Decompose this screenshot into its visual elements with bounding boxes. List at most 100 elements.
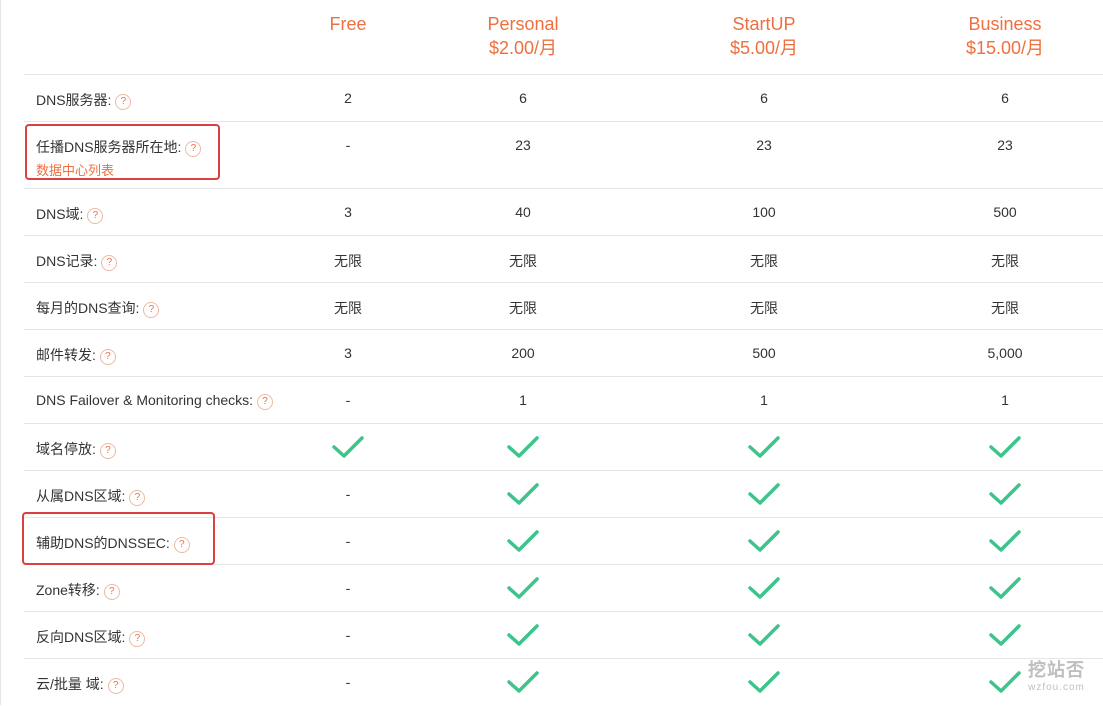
check-icon [507, 483, 539, 505]
help-icon[interactable]: ? [107, 678, 124, 694]
value-cell: 无限 [509, 253, 537, 269]
value-cell-check [506, 528, 540, 554]
plan-personal-header: Personal $2.00/月 [487, 12, 558, 60]
check-icon [748, 624, 780, 646]
plan-header: Free Personal $2.00/月 StartUP $5.00/月 Bu… [0, 0, 1103, 74]
value-cell: 500 [752, 345, 776, 361]
feature-label-cell: 每月的DNS查询:? [36, 298, 160, 318]
check-icon [989, 483, 1021, 505]
value-cell-check [747, 622, 781, 648]
check-icon [989, 624, 1021, 646]
value-cell-check [988, 575, 1022, 601]
help-icon[interactable]: ? [129, 631, 146, 647]
feature-label-cell: DNS域:? [36, 204, 104, 224]
plan-name: Free [329, 14, 367, 34]
value-cell: 6 [1001, 90, 1009, 106]
table-row: DNS服务器:? 2 6 6 6 [24, 74, 1103, 122]
highlight-box-dnssec [22, 512, 215, 565]
table-left-border [0, 0, 1, 705]
feature-label: Zone转移: [36, 582, 100, 598]
help-icon[interactable]: ? [115, 94, 132, 110]
help-icon[interactable]: ? [87, 208, 104, 224]
help-icon[interactable]: ? [257, 394, 274, 410]
table-row: 每月的DNS查询:? 无限 无限 无限 无限 [24, 282, 1103, 330]
check-icon [989, 671, 1021, 693]
check-icon [507, 530, 539, 552]
table-row: DNS域:? 3 40 100 500 [24, 188, 1103, 236]
value-cell-check [747, 434, 781, 460]
value-cell: 6 [519, 90, 527, 106]
feature-label-cell: 域名停放:? [36, 439, 116, 459]
feature-label: DNS记录: [36, 253, 98, 269]
feature-label: DNS域: [36, 206, 84, 222]
check-icon [507, 671, 539, 693]
help-icon[interactable]: ? [129, 490, 146, 506]
feature-label-cell: 从属DNS区域:? [36, 486, 146, 506]
check-icon [507, 577, 539, 599]
table-row: 从属DNS区域:? - [24, 470, 1103, 518]
value-cell: - [345, 580, 351, 596]
value-cell: 1 [1001, 392, 1009, 408]
plan-name: StartUP [732, 14, 796, 34]
value-cell-check [506, 481, 540, 507]
table-row: DNS Failover & Monitoring checks:? - 1 1 1 [24, 376, 1103, 424]
value-cell: 23 [515, 137, 531, 153]
value-cell-check [988, 669, 1022, 695]
check-icon [989, 530, 1021, 552]
feature-label-cell: Zone转移:? [36, 580, 120, 600]
check-icon [507, 624, 539, 646]
plan-price: $5.00/月 [729, 38, 799, 58]
value-cell: - [345, 627, 351, 643]
feature-label: DNS服务器: [36, 92, 112, 108]
table-row: 云/批量 域:? - [24, 658, 1103, 706]
value-cell: - [345, 674, 351, 690]
value-cell: 23 [997, 137, 1013, 153]
feature-label: 反向DNS区域: [36, 629, 126, 645]
value-cell: 无限 [750, 300, 778, 316]
value-cell-check [747, 481, 781, 507]
value-cell-check [506, 434, 540, 460]
plan-price: $2.00/月 [488, 38, 558, 58]
value-cell: 5,000 [987, 345, 1023, 361]
help-icon[interactable]: ? [103, 584, 120, 600]
help-icon[interactable]: ? [99, 443, 116, 459]
check-icon [748, 530, 780, 552]
value-cell: - [345, 137, 351, 153]
value-cell: 无限 [334, 300, 362, 316]
value-cell: 40 [515, 204, 531, 220]
check-icon [989, 577, 1021, 599]
feature-label-cell: DNS服务器:? [36, 90, 132, 110]
value-cell-check [747, 528, 781, 554]
highlight-box-anycast [25, 124, 220, 180]
value-cell: 1 [519, 392, 527, 408]
feature-label: 云/批量 域: [36, 676, 104, 692]
table-row: 域名停放:? [24, 423, 1103, 471]
help-icon[interactable]: ? [143, 302, 160, 318]
value-cell: - [345, 486, 351, 502]
feature-label: 域名停放: [36, 441, 96, 457]
value-cell: 500 [993, 204, 1017, 220]
check-icon [748, 436, 780, 458]
value-cell-check [506, 669, 540, 695]
help-icon[interactable]: ? [99, 349, 116, 365]
value-cell-check [506, 622, 540, 648]
plan-business-header: Business $15.00/月 [966, 12, 1044, 60]
value-cell-check [506, 575, 540, 601]
watermark-url: wzfou.com [1028, 682, 1085, 693]
value-cell: 3 [344, 204, 352, 220]
feature-label-cell: DNS Failover & Monitoring checks:? [36, 392, 274, 410]
check-icon [332, 436, 364, 458]
value-cell: 无限 [509, 300, 537, 316]
check-icon [748, 483, 780, 505]
plan-price: $15.00/月 [965, 38, 1045, 58]
value-cell: - [345, 533, 351, 549]
value-cell: 无限 [750, 253, 778, 269]
feature-label: 从属DNS区域: [36, 488, 126, 504]
check-icon [748, 577, 780, 599]
plan-free-header: Free [329, 12, 366, 36]
value-cell: 无限 [334, 253, 362, 269]
value-cell-check [747, 575, 781, 601]
help-icon[interactable]: ? [101, 255, 118, 271]
watermark: 挖站否 wzfou.com [1028, 656, 1085, 693]
value-cell: - [345, 392, 351, 408]
